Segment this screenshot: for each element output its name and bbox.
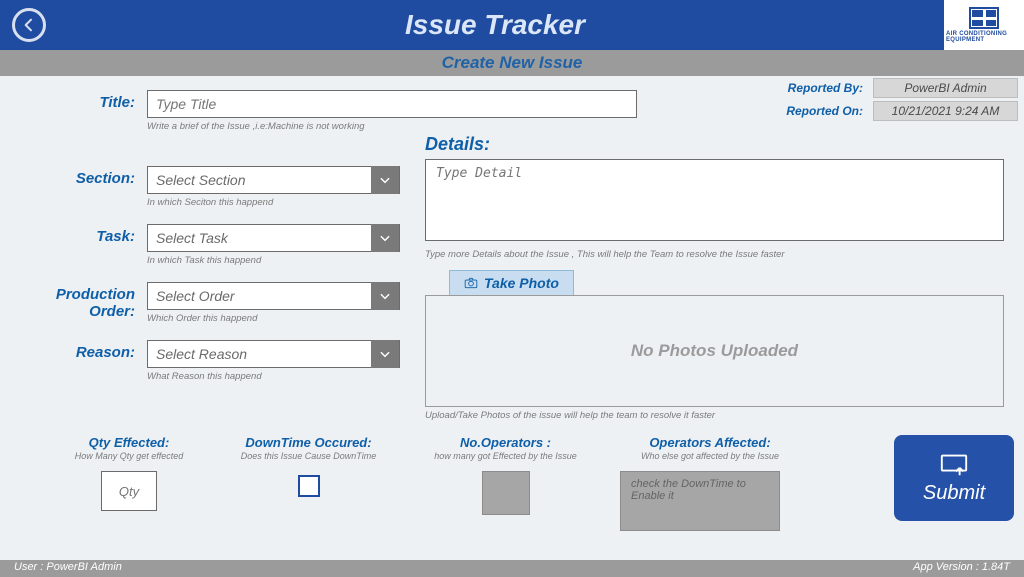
details-textarea[interactable] xyxy=(425,159,1004,241)
form-area: Reported By: PowerBI Admin Reported On: … xyxy=(0,76,1024,537)
chevron-down-icon xyxy=(371,224,399,252)
submit-icon xyxy=(939,452,969,476)
operators-affected-label: Operators Affected: xyxy=(620,435,800,450)
reason-hint: What Reason this happend xyxy=(147,371,400,382)
chevron-down-icon xyxy=(371,166,399,194)
reported-info: Reported By: PowerBI Admin Reported On: … xyxy=(786,78,1018,121)
app-header: Issue Tracker AIR CONDITIONING EQUIPMENT xyxy=(0,0,1024,50)
camera-icon xyxy=(464,277,478,289)
status-bar: User : PowerBI Admin App Version : 1.84T xyxy=(0,560,1024,577)
chevron-left-icon xyxy=(21,17,37,33)
order-select[interactable]: Select Order xyxy=(147,282,400,310)
details-hint: Type more Details about the Issue , This… xyxy=(425,249,1004,260)
section-hint: In which Seciton this happend xyxy=(147,197,400,208)
order-hint: Which Order this happend xyxy=(147,313,400,324)
reported-by-label: Reported By: xyxy=(786,81,863,95)
task-hint: In which Task this happend xyxy=(147,255,400,266)
back-button[interactable] xyxy=(12,8,46,42)
reported-on-label: Reported On: xyxy=(786,104,863,118)
section-label: Section: xyxy=(20,166,135,187)
task-select[interactable]: Select Task xyxy=(147,224,400,252)
downtime-label: DownTime Occured: xyxy=(226,435,391,450)
footer-user: User : PowerBI Admin xyxy=(14,561,122,576)
order-label: Production Order: xyxy=(20,282,135,320)
downtime-checkbox[interactable] xyxy=(298,475,320,497)
task-label: Task: xyxy=(20,224,135,245)
brand-logo: AIR CONDITIONING EQUIPMENT xyxy=(944,0,1024,50)
photos-hint: Upload/Take Photos of the issue will hel… xyxy=(425,410,1004,421)
chevron-down-icon xyxy=(371,282,399,310)
operators-affected-box: check the DownTime to Enable it xyxy=(620,471,780,531)
bottom-controls: Qty Effected: How Many Qty get effected … xyxy=(20,435,1004,531)
title-input[interactable] xyxy=(147,90,637,118)
reason-label: Reason: xyxy=(20,340,135,361)
submit-button[interactable]: Submit xyxy=(894,435,1014,521)
details-label: Details: xyxy=(425,134,1004,155)
qty-input[interactable] xyxy=(101,471,157,511)
title-hint: Write a brief of the Issue ,i.e:Machine … xyxy=(147,121,637,132)
title-label: Title: xyxy=(20,90,135,111)
page-subtitle: Create New Issue xyxy=(0,50,1024,76)
operators-count-box[interactable] xyxy=(482,471,530,515)
reported-by-value: PowerBI Admin xyxy=(873,78,1018,98)
qty-label: Qty Effected: xyxy=(64,435,194,450)
chevron-down-icon xyxy=(371,340,399,368)
operators-label: No.Operators : xyxy=(423,435,588,450)
photo-dropzone[interactable]: No Photos Uploaded xyxy=(425,295,1004,407)
footer-version: App Version : 1.84T xyxy=(913,561,1010,576)
reason-select[interactable]: Select Reason xyxy=(147,340,400,368)
section-select[interactable]: Select Section xyxy=(147,166,400,194)
reported-on-value: 10/21/2021 9:24 AM xyxy=(873,101,1018,121)
app-title: Issue Tracker xyxy=(46,9,944,41)
take-photo-button[interactable]: Take Photo xyxy=(449,270,574,295)
